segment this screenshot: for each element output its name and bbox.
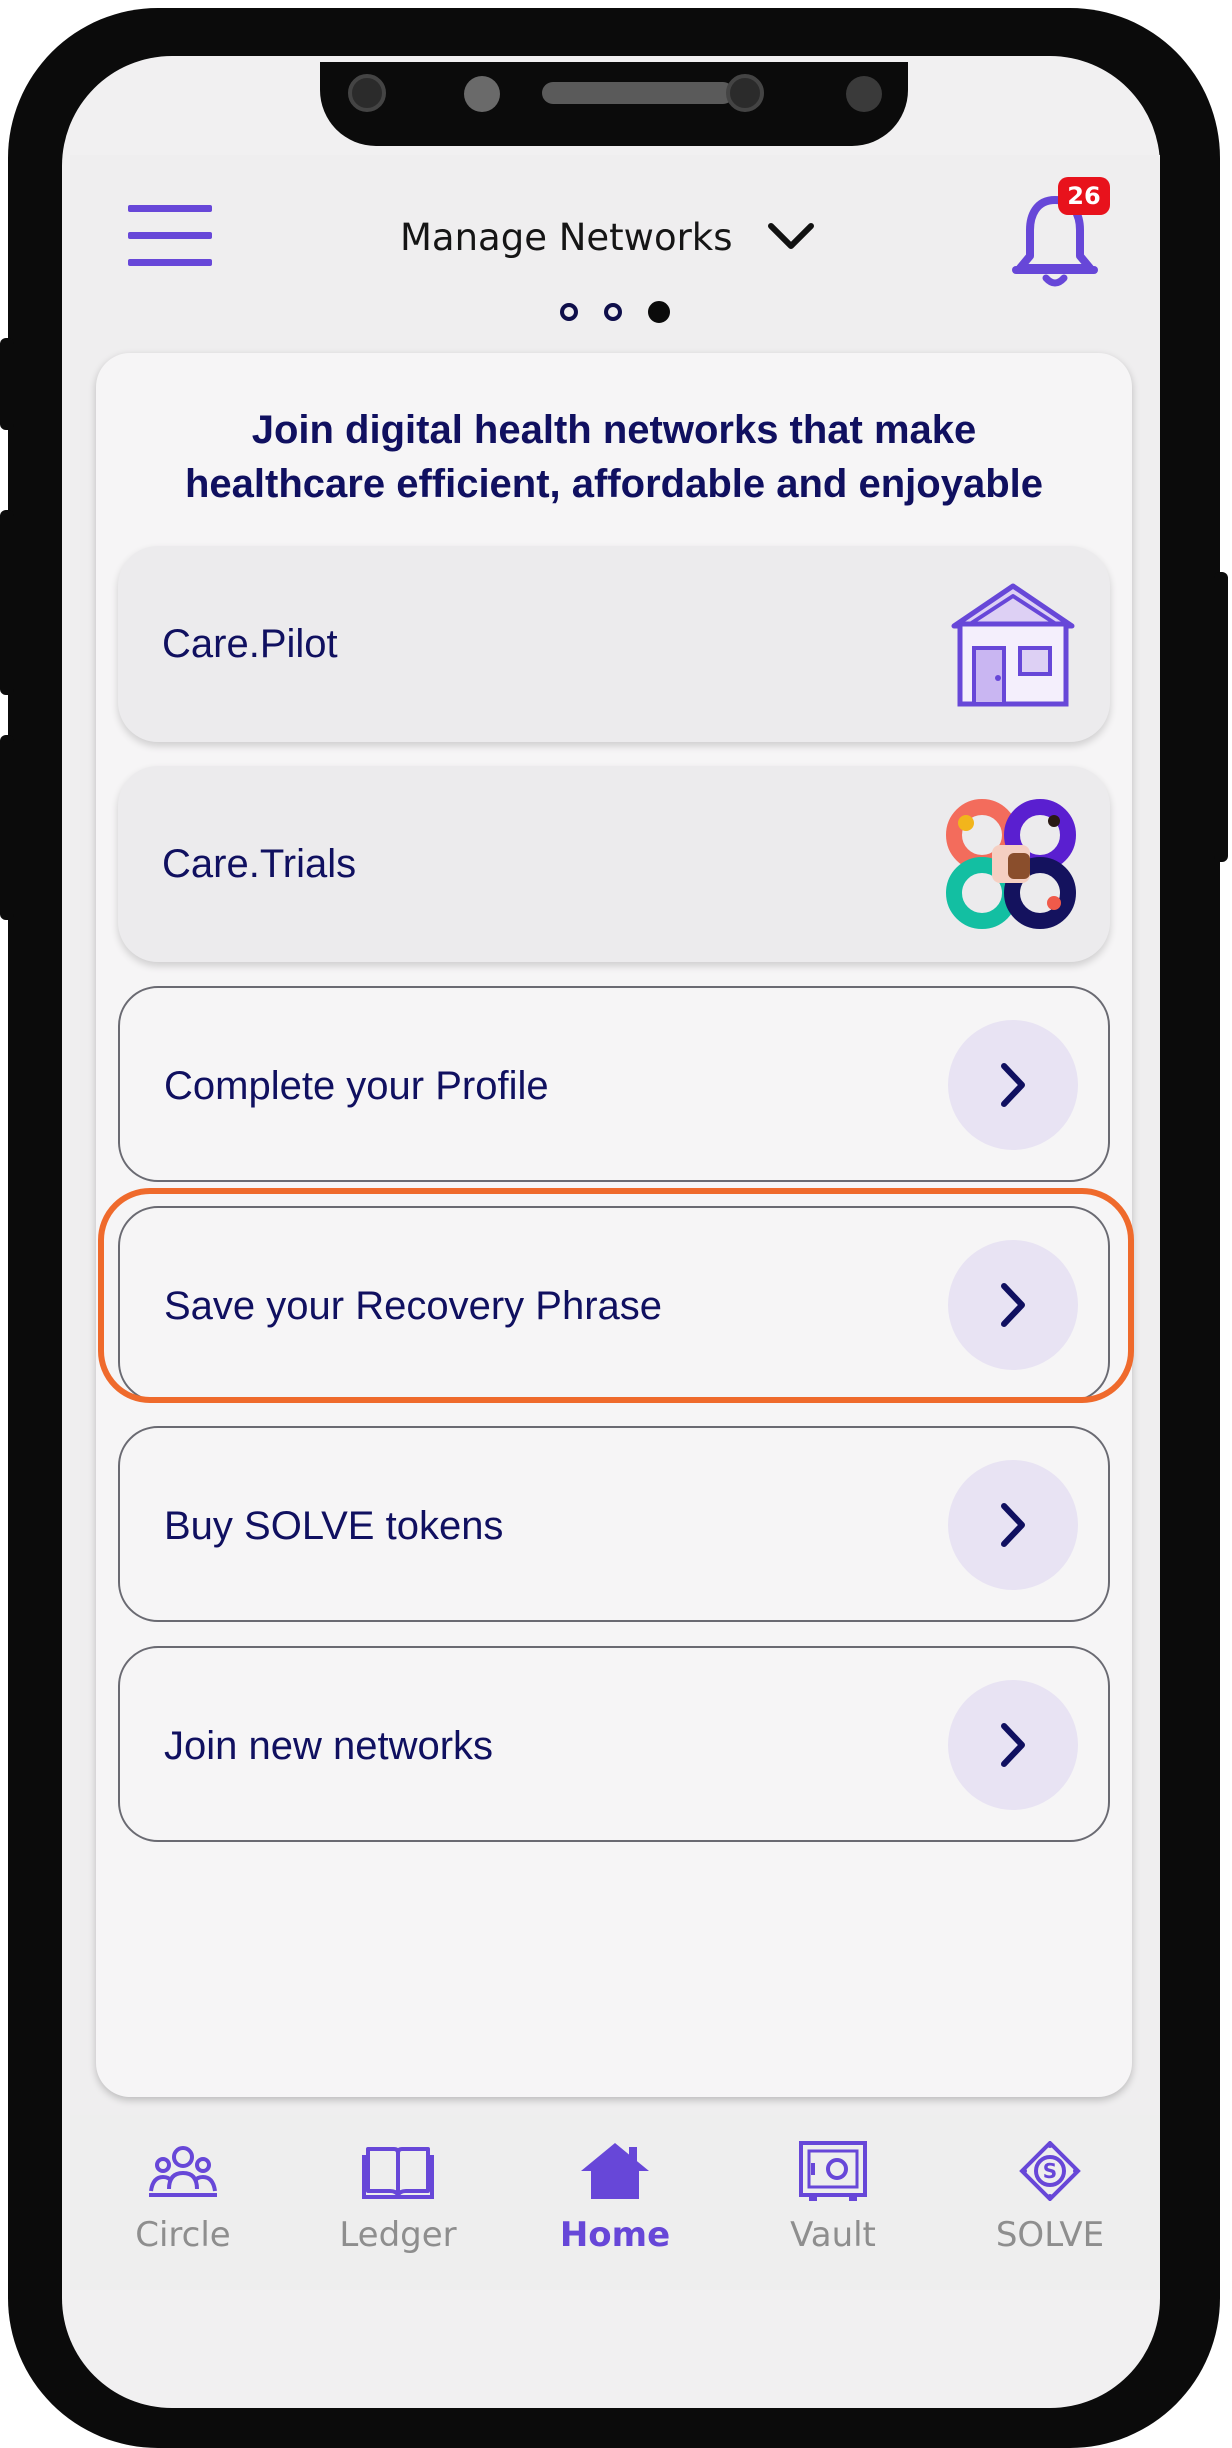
action-join-new-networks[interactable]: Join new networks [118,1646,1110,1842]
sensor-dot [846,76,882,112]
nav-solve[interactable]: S SOLVE [965,2141,1135,2281]
nav-label: Home [559,2215,671,2255]
page-dot [560,303,578,321]
care-trials-logo [946,799,1076,929]
nav-ledger[interactable]: Ledger [313,2141,483,2281]
speaker-grille [542,82,734,104]
chevron-right-icon [1001,1503,1025,1547]
nav-label: SOLVE [995,2215,1105,2255]
chevron-right-icon [1001,1283,1025,1327]
network-selector[interactable]: Manage Networks [400,205,815,269]
chevron-right-button[interactable] [948,1460,1078,1590]
content-card: Join digital health networks that make h… [96,353,1132,2097]
book-icon [362,2147,434,2199]
house-icon [951,583,1075,707]
side-button [1214,572,1228,862]
chevron-down-icon [767,223,814,249]
home-icon [581,2143,649,2199]
action-buy-solve-tokens[interactable]: Buy SOLVE tokens [118,1426,1110,1622]
chevron-right-button[interactable] [948,1680,1078,1810]
action-label: Join new networks [164,1724,494,1768]
top-bar: Manage Networks 26 [70,155,1160,345]
bottom-nav: Circle Ledger Home Vault S SOLVE [70,2115,1160,2290]
nav-vault[interactable]: Vault [748,2141,918,2281]
nav-circle[interactable]: Circle [98,2141,268,2281]
page-title: Manage Networks [400,215,733,259]
circle-people-icon [149,2146,217,2197]
notification-badge: 26 [1058,177,1110,215]
chevron-right-icon [1001,1063,1025,1107]
nav-label: Vault [790,2215,876,2255]
app-container: Manage Networks 26 Join digital health n… [70,155,1160,2290]
headline-line: Join digital health networks that make [251,408,977,452]
nav-label: Circle [135,2215,231,2255]
network-item-label: Care.Pilot [162,622,338,666]
page-dot-active [648,301,670,323]
menu-icon[interactable] [128,205,212,267]
action-save-recovery-phrase[interactable]: Save your Recovery Phrase [118,1206,1110,1402]
safe-icon [799,2141,867,2201]
action-label: Buy SOLVE tokens [164,1504,504,1548]
nav-label: Ledger [339,2215,457,2255]
solve-token-icon: S [1019,2141,1081,2201]
side-button [0,735,14,920]
action-label: Save your Recovery Phrase [164,1284,663,1328]
network-item-care-trials[interactable]: Care.Trials [118,766,1110,962]
page-dot [604,303,622,321]
svg-text:S: S [1043,2159,1057,2183]
phone-notch [320,62,908,146]
side-button [0,338,14,430]
headline: Join digital health networks that make h… [96,403,1132,511]
chevron-right-button[interactable] [948,1020,1078,1150]
chevron-right-button[interactable] [948,1240,1078,1370]
chevron-right-icon [1001,1723,1025,1767]
network-item-care-pilot[interactable]: Care.Pilot [118,546,1110,742]
network-item-label: Care.Trials [162,842,357,886]
nav-home[interactable]: Home [530,2141,700,2281]
front-camera [726,74,764,112]
page-indicator [560,301,690,329]
sensor-dot [464,76,500,112]
action-complete-profile[interactable]: Complete your Profile [118,986,1110,1182]
side-button [0,510,14,695]
action-label: Complete your Profile [164,1064,549,1108]
sensor-dot [348,74,386,112]
headline-line: healthcare efficient, affordable and enj… [184,462,1043,506]
